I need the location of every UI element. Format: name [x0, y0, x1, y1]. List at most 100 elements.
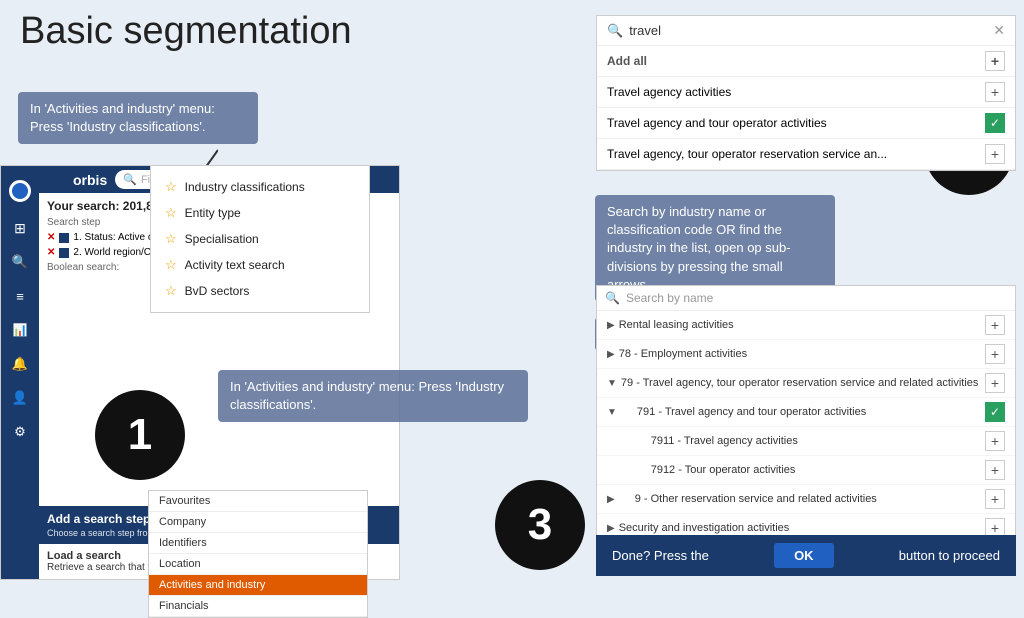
nav-icon-list[interactable]: ≡: [6, 282, 34, 310]
ok-button[interactable]: OK: [774, 543, 834, 568]
menu-item-entity-type[interactable]: ☆ Entity type: [163, 200, 357, 226]
add-rental[interactable]: +: [985, 315, 1005, 335]
ind-row-9-other: ▶ 9 - Other reservation service and rela…: [597, 485, 1015, 514]
add-7912-industry[interactable]: +: [985, 460, 1005, 480]
step-remove-1[interactable]: ✕: [47, 232, 55, 243]
ind-label-7912: 7912 - Tour operator activities: [619, 464, 985, 476]
add-all-button[interactable]: +: [985, 51, 1005, 71]
search-icon-main: 🔍: [607, 23, 623, 39]
nav-icon-person[interactable]: 👤: [6, 384, 34, 412]
callout-top-left-text: In 'Activities and industry' menu: Press…: [30, 101, 215, 134]
orbis-logo: [1, 174, 39, 208]
nav-icon-search[interactable]: 🔍: [6, 248, 34, 276]
tab-favourites[interactable]: Favourites: [149, 491, 367, 512]
clear-search-button[interactable]: ✕: [993, 22, 1005, 39]
nav-icon-chart[interactable]: 📊: [6, 316, 34, 344]
bottom-tabs: Favourites Company Identifiers Location …: [148, 490, 368, 618]
expand-icon-rental[interactable]: ▶: [607, 320, 615, 331]
tab-identifiers[interactable]: Identifiers: [149, 533, 367, 554]
industry-search-icon: 🔍: [605, 291, 620, 305]
ind-label-7911: 7911 - Travel agency activities: [619, 435, 985, 447]
star-icon-4: ☆: [165, 257, 177, 273]
tab-company[interactable]: Company: [149, 512, 367, 533]
search-results-list: Add all + Travel agency activities + Tra…: [597, 46, 1015, 170]
expand-icon-791[interactable]: ▼: [607, 407, 617, 418]
ind-label-791: 791 - Travel agency and tour operator ac…: [621, 406, 985, 418]
industry-panel: 🔍 Search by name ▶ Rental leasing activi…: [596, 285, 1016, 544]
orbis-brand: orbis: [73, 172, 107, 188]
tab-activities-industry[interactable]: Activities and industry: [149, 575, 367, 596]
page-title: Basic segmentation: [20, 10, 352, 53]
ind-row-7911: ▶ 7911 - Travel agency activities +: [597, 427, 1015, 456]
ind-row-7912: ▶ 7912 - Tour operator activities +: [597, 456, 1015, 485]
expand-icon-9-other[interactable]: ▶: [607, 494, 615, 505]
industry-search-bar: 🔍 Search by name: [597, 286, 1015, 311]
tab-identifiers-label: Identifiers: [159, 537, 207, 549]
added-result-791[interactable]: ✓: [985, 113, 1005, 133]
menu-label-industry-classifications: Industry classifications: [185, 180, 305, 194]
nav-icon-settings[interactable]: ⚙: [6, 418, 34, 446]
ind-row-791: ▼ 791 - Travel agency and tour operator …: [597, 398, 1015, 427]
header-logo: [47, 171, 65, 189]
industry-list: ▶ Rental leasing activities + ▶ 78 - Emp…: [597, 311, 1015, 543]
result-row-791: Travel agency and tour operator activiti…: [597, 108, 1015, 139]
nav-icon-grid[interactable]: ⊞: [6, 214, 34, 242]
ok-bar: Done? Press the OK button to proceed: [596, 535, 1016, 576]
tab-location[interactable]: Location: [149, 554, 367, 575]
ind-label-9-other: 9 - Other reservation service and relate…: [619, 493, 985, 505]
star-icon-5: ☆: [165, 283, 177, 299]
star-icon-3: ☆: [165, 231, 177, 247]
search-top-bar: 🔍 ✕: [597, 16, 1015, 46]
ind-row-79: ▼ 79 - Travel agency, tour operator rese…: [597, 369, 1015, 398]
ind-label-78: 78 - Employment activities: [619, 348, 985, 360]
callout-bottom-left: In 'Activities and industry' menu: Press…: [218, 370, 528, 422]
add-result-7911[interactable]: +: [985, 82, 1005, 102]
star-icon-1: ☆: [165, 179, 177, 195]
callout-top-left: In 'Activities and industry' menu: Press…: [18, 92, 258, 144]
result-row-79: Travel agency, tour operator reservation…: [597, 139, 1015, 170]
menu-label-specialisation: Specialisation: [185, 232, 259, 246]
expand-icon-78[interactable]: ▶: [607, 349, 615, 360]
left-nav: ⊞ 🔍 ≡ 📊 🔔 👤 ⚙: [1, 166, 39, 579]
ind-row-78: ▶ 78 - Employment activities +: [597, 340, 1015, 369]
ok-bar-suffix: button to proceed: [899, 548, 1000, 563]
added-791-industry[interactable]: ✓: [985, 402, 1005, 422]
tab-financials[interactable]: Financials: [149, 596, 367, 617]
right-search-panel: 🔍 ✕ Add all + Travel agency activities +…: [596, 15, 1016, 171]
ind-label-security: Security and investigation activities: [619, 522, 985, 534]
logo-circle: [9, 180, 31, 202]
add-9-other-industry[interactable]: +: [985, 489, 1005, 509]
star-icon-2: ☆: [165, 205, 177, 221]
step-remove-2[interactable]: ✕: [47, 247, 55, 258]
expand-icon-security[interactable]: ▶: [607, 523, 615, 534]
menu-item-activity-text-search[interactable]: ☆ Activity text search: [163, 252, 357, 278]
tab-financials-label: Financials: [159, 600, 209, 612]
menu-item-specialisation[interactable]: ☆ Specialisation: [163, 226, 357, 252]
step-checkbox-2[interactable]: [59, 248, 69, 258]
menu-item-bvd-sectors[interactable]: ☆ BvD sectors: [163, 278, 357, 304]
tab-company-label: Company: [159, 516, 206, 528]
activities-menu-panel: ☆ Industry classifications ☆ Entity type…: [150, 165, 370, 313]
callout-search-tip-text: Search by industry name or classificatio…: [607, 204, 791, 292]
menu-label-bvd-sectors: BvD sectors: [185, 284, 250, 298]
search-input[interactable]: [629, 23, 987, 38]
step-checkbox-1[interactable]: [59, 233, 69, 243]
nav-icon-bell[interactable]: 🔔: [6, 350, 34, 378]
add-7911-industry[interactable]: +: [985, 431, 1005, 451]
add-79[interactable]: +: [985, 373, 1005, 393]
add-all-row[interactable]: Add all +: [597, 46, 1015, 77]
expand-icon-79[interactable]: ▼: [607, 378, 617, 389]
search-icon: 🔍: [123, 173, 137, 186]
industry-search-placeholder: Search by name: [626, 291, 713, 305]
result-label-7911: Travel agency activities: [607, 85, 731, 99]
add-78[interactable]: +: [985, 344, 1005, 364]
add-result-79[interactable]: +: [985, 144, 1005, 164]
menu-item-industry-classifications[interactable]: ☆ Industry classifications: [163, 174, 357, 200]
tab-location-label: Location: [159, 558, 201, 570]
tab-favourites-label: Favourites: [159, 495, 210, 507]
badge-1: 1: [95, 390, 185, 480]
ind-label-79: 79 - Travel agency, tour operator reserv…: [621, 377, 985, 389]
add-all-label: Add all: [607, 54, 647, 68]
badge-3: 3: [495, 480, 585, 570]
result-row-7911: Travel agency activities +: [597, 77, 1015, 108]
